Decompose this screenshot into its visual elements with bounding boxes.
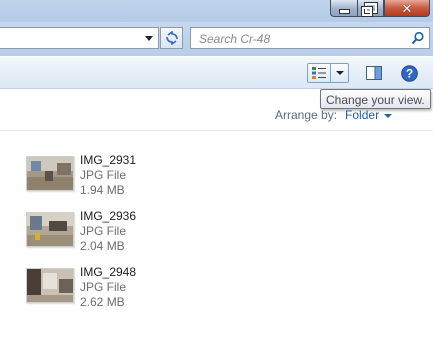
navigation-bar: Search Cr-48 bbox=[0, 22, 433, 56]
image-thumbnail bbox=[26, 268, 74, 303]
minimize-icon bbox=[338, 8, 350, 14]
arrange-by: Arrange by: Folder bbox=[275, 108, 393, 122]
help-icon: ? bbox=[400, 64, 418, 82]
preview-pane-icon bbox=[366, 66, 382, 80]
close-icon: ✕ bbox=[401, 0, 413, 16]
file-size: 2.62 MB bbox=[80, 295, 125, 309]
arrange-by-value[interactable]: Folder bbox=[345, 108, 379, 122]
file-size: 2.04 MB bbox=[80, 239, 125, 253]
address-history-dropdown[interactable] bbox=[139, 27, 159, 49]
preview-pane-button[interactable] bbox=[365, 64, 383, 82]
image-thumbnail bbox=[26, 156, 74, 191]
help-button[interactable]: ? bbox=[399, 63, 419, 83]
file-item[interactable]: IMG_2936 JPG File 2.04 MB bbox=[26, 209, 226, 265]
arrange-by-dropdown-icon[interactable] bbox=[384, 113, 393, 118]
refresh-button[interactable] bbox=[160, 27, 183, 49]
file-name: IMG_2931 bbox=[80, 153, 137, 167]
address-bar[interactable] bbox=[0, 27, 159, 49]
file-size: 1.94 MB bbox=[80, 183, 125, 197]
file-list: IMG_2931 JPG File 1.94 MB IMG_2936 JPG F… bbox=[26, 153, 226, 321]
minimize-button[interactable] bbox=[330, 0, 357, 17]
svg-text:?: ? bbox=[405, 66, 412, 80]
file-name: IMG_2948 bbox=[80, 265, 137, 279]
file-name: IMG_2936 bbox=[80, 209, 137, 223]
file-type: JPG File bbox=[80, 224, 127, 238]
arrange-by-label: Arrange by: bbox=[275, 108, 338, 122]
change-view-button[interactable] bbox=[307, 63, 331, 83]
search-placeholder: Search Cr-48 bbox=[199, 32, 271, 46]
file-type: JPG File bbox=[80, 280, 127, 294]
restore-button[interactable] bbox=[357, 0, 384, 17]
file-type: JPG File bbox=[80, 168, 127, 182]
search-icon[interactable] bbox=[411, 31, 425, 45]
command-bar: ? bbox=[0, 56, 433, 89]
image-thumbnail bbox=[26, 212, 74, 247]
details-view-icon bbox=[312, 67, 326, 79]
change-view-tooltip: Change your view. bbox=[320, 89, 431, 109]
search-input[interactable]: Search Cr-48 bbox=[190, 27, 430, 49]
refresh-icon bbox=[165, 31, 178, 45]
caption-buttons: ✕ bbox=[330, 0, 430, 17]
file-item[interactable]: IMG_2931 JPG File 1.94 MB bbox=[26, 153, 226, 209]
restore-icon bbox=[360, 2, 378, 17]
view-options-dropdown[interactable] bbox=[331, 63, 349, 83]
file-item[interactable]: IMG_2948 JPG File 2.62 MB bbox=[26, 265, 226, 321]
title-bar: ✕ bbox=[0, 0, 433, 22]
close-button[interactable]: ✕ bbox=[384, 0, 430, 17]
header-divider bbox=[0, 130, 433, 131]
